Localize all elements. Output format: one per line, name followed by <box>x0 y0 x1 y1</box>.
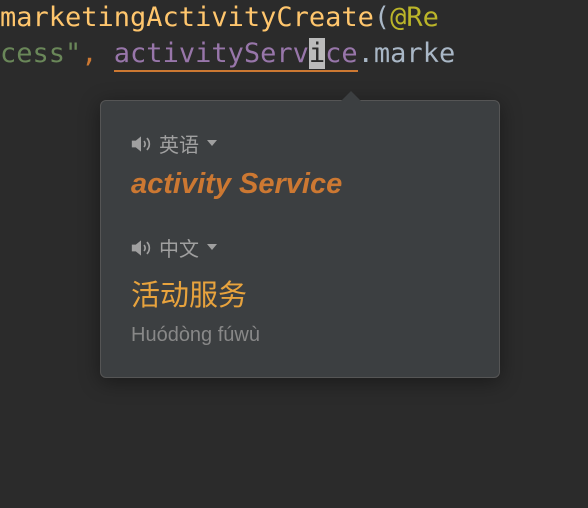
code-line-1[interactable]: marketingActivityCreate(@Re <box>0 0 588 36</box>
language-header-english[interactable]: 英语 <box>131 129 469 158</box>
method-call-token: marke <box>374 38 455 69</box>
comma-token: , <box>81 38 114 69</box>
code-editor[interactable]: marketingActivityCreate(@Re cess", activ… <box>0 0 588 73</box>
translation-chinese-text: 活动服务 <box>131 272 469 314</box>
language-chinese-label: 中文 <box>159 233 199 262</box>
identifier-post: ce <box>325 38 358 69</box>
identifier-pre: activityServ <box>114 38 309 69</box>
language-english-label: 英语 <box>159 129 199 158</box>
identifier-activityservice[interactable]: activityService <box>114 38 358 72</box>
dot-token: . <box>358 38 374 69</box>
chevron-down-icon[interactable] <box>207 242 219 254</box>
translation-english-text: activity Service <box>131 168 469 201</box>
string-literal-token: cess" <box>0 38 81 69</box>
chevron-down-icon[interactable] <box>207 138 219 150</box>
speaker-icon[interactable] <box>131 238 151 258</box>
speaker-icon[interactable] <box>131 134 151 154</box>
language-header-chinese[interactable]: 中文 <box>131 233 469 262</box>
annotation-token: @Re <box>390 2 439 33</box>
romanization-text: Huódòng fúwù <box>131 324 469 347</box>
method-name-token: marketingActivityCreate <box>0 2 374 33</box>
text-cursor: i <box>309 38 325 69</box>
open-paren-token: ( <box>374 2 390 33</box>
code-line-2[interactable]: cess", activityService.marke <box>0 36 588 72</box>
translation-tooltip: 英语 activity Service 中文 活动服务 Huódòng fúwù <box>100 100 500 378</box>
